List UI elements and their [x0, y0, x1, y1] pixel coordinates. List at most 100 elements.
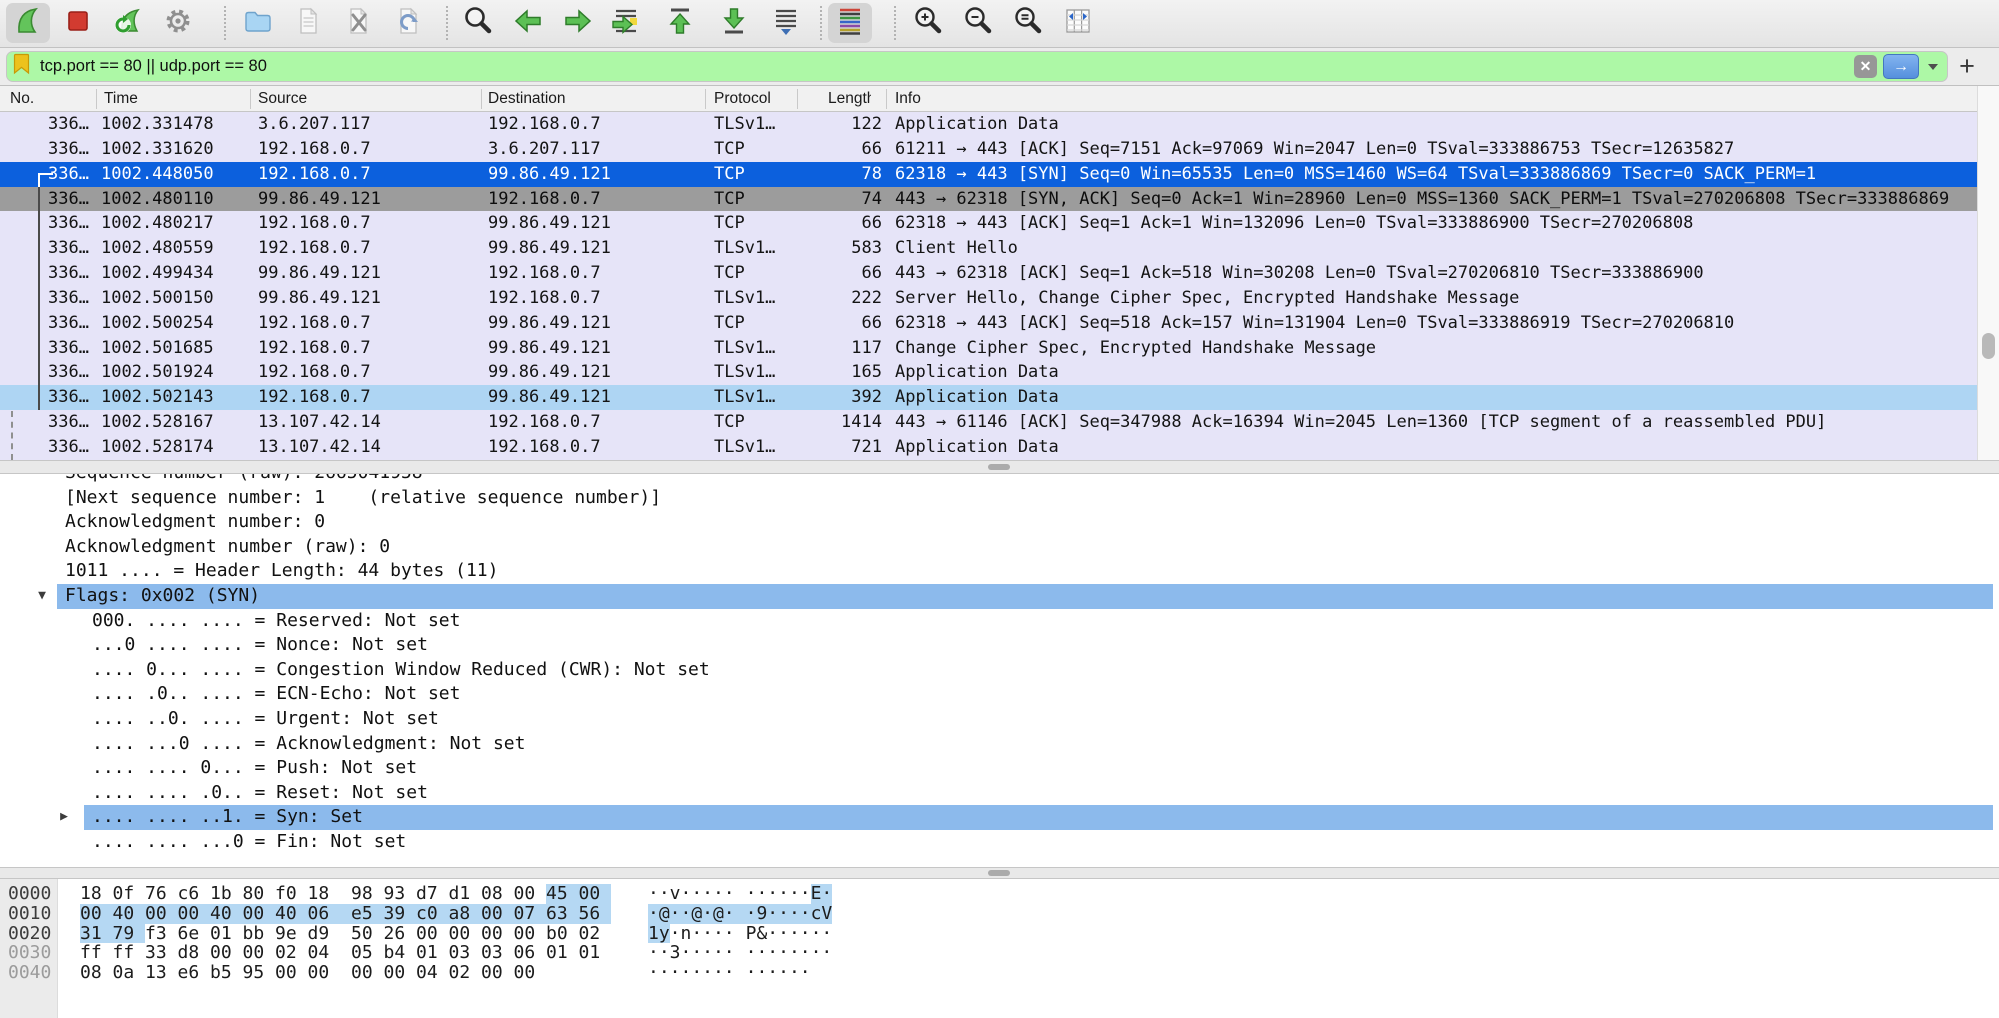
go-last-packet-button[interactable] [712, 3, 756, 43]
zoom-in-button[interactable] [906, 3, 950, 43]
ascii-char[interactable]: · [735, 943, 757, 963]
filter-history-dropdown[interactable] [1925, 54, 1941, 79]
ascii-char[interactable]: · [778, 963, 789, 983]
ascii-char[interactable]: · [778, 884, 789, 904]
capture-options-button[interactable] [156, 3, 200, 43]
ascii-char[interactable]: · [789, 943, 800, 963]
ascii-char[interactable]: · [756, 884, 767, 904]
hex-byte[interactable]: a8 [449, 904, 482, 924]
resize-columns-button[interactable] [1056, 3, 1100, 43]
packet-row[interactable]: 336…1002.48011099.86.49.121192.168.0.7TC… [0, 187, 1977, 212]
packet-row[interactable]: 336…1002.331620192.168.0.73.6.207.117TCP… [0, 137, 1977, 162]
ascii-char[interactable]: · [789, 904, 800, 924]
ascii-char[interactable]: 1 [648, 924, 659, 944]
detail-line[interactable]: .... .... 0... = Push: Not set [0, 756, 1999, 781]
ascii-char[interactable]: · [680, 963, 691, 983]
ascii-char[interactable]: · [735, 904, 757, 924]
hex-byte[interactable]: 33 [145, 943, 178, 963]
zoom-reset-button[interactable] [1006, 3, 1050, 43]
hex-byte[interactable]: 03 [449, 943, 482, 963]
hex-ascii[interactable]: ··3············· [648, 943, 832, 963]
ascii-char[interactable]: n [680, 924, 691, 944]
hex-byte[interactable]: 00 [514, 884, 547, 904]
ascii-char[interactable]: · [778, 924, 789, 944]
hex-byte[interactable]: d7 [416, 884, 449, 904]
hex-byte[interactable]: 26 [384, 924, 417, 944]
ascii-char[interactable]: · [724, 963, 735, 983]
packet-row[interactable]: 336…1002.52817413.107.42.14192.168.0.7TL… [0, 435, 1977, 460]
hex-byte[interactable]: 31 [80, 924, 113, 944]
stop-capture-button[interactable] [56, 3, 100, 43]
hex-bytes[interactable]: 3179f36e01bb9ed9502600000000b002 [80, 924, 611, 944]
ascii-char[interactable]: · [778, 943, 789, 963]
pane-splitter[interactable] [0, 460, 1999, 474]
save-file-button[interactable] [286, 3, 330, 43]
ascii-char[interactable]: · [800, 943, 811, 963]
ascii-char[interactable]: · [659, 963, 670, 983]
ascii-char[interactable]: · [659, 943, 670, 963]
ascii-char[interactable]: · [702, 963, 713, 983]
go-forward-button[interactable] [556, 3, 600, 43]
hex-byte[interactable]: 00 [178, 904, 211, 924]
ascii-char[interactable]: · [680, 884, 691, 904]
ascii-char[interactable]: · [800, 963, 811, 983]
hex-byte[interactable]: 08 [481, 884, 514, 904]
ascii-char[interactable]: · [702, 884, 713, 904]
packet-row[interactable]: 336…1002.50015099.86.49.121192.168.0.7TL… [0, 286, 1977, 311]
hex-row[interactable]: 0030ffff33d80000020405b4010303060101··3·… [0, 943, 1999, 963]
ascii-char[interactable]: · [659, 884, 670, 904]
ascii-char[interactable]: c [811, 904, 822, 924]
hex-byte[interactable]: 06 [308, 904, 341, 924]
column-header-destination[interactable]: Destination [488, 86, 566, 111]
ascii-char[interactable]: · [767, 904, 778, 924]
ascii-char[interactable]: · [648, 943, 659, 963]
ascii-char[interactable]: · [713, 924, 724, 944]
packet-row[interactable]: 336…1002.52816713.107.42.14192.168.0.7TC… [0, 410, 1977, 435]
ascii-char[interactable]: · [724, 884, 735, 904]
hex-byte[interactable]: 08 [80, 963, 113, 983]
detail-line[interactable]: [Next sequence number: 1 (relative seque… [0, 486, 1999, 511]
ascii-char[interactable]: · [680, 904, 691, 924]
hex-byte[interactable]: 40 [113, 904, 146, 924]
ascii-char[interactable]: · [811, 924, 822, 944]
ascii-char[interactable]: & [756, 924, 767, 944]
ascii-char[interactable]: · [702, 943, 713, 963]
detail-line[interactable]: .... ...0 .... = Acknowledgment: Not set [0, 732, 1999, 757]
hex-byte[interactable]: 00 [340, 963, 384, 983]
hex-byte[interactable]: d1 [449, 884, 482, 904]
ascii-char[interactable]: · [800, 884, 811, 904]
column-separator[interactable] [250, 89, 251, 109]
column-header-no[interactable]: No. [10, 86, 34, 111]
apply-filter-button[interactable]: → [1883, 54, 1919, 79]
ascii-char[interactable]: · [800, 924, 811, 944]
hex-byte[interactable]: 40 [210, 904, 243, 924]
hex-byte[interactable]: 06 [514, 943, 547, 963]
hex-byte[interactable]: 01 [416, 943, 449, 963]
pane-splitter[interactable] [0, 867, 1999, 879]
colorize-packets-button[interactable] [828, 3, 872, 43]
detail-line[interactable]: .... ..0. .... = Urgent: Not set [0, 707, 1999, 732]
go-back-button[interactable] [506, 3, 550, 43]
zoom-out-button[interactable] [956, 3, 1000, 43]
ascii-char[interactable]: 9 [756, 904, 767, 924]
hex-byte[interactable]: 01 [210, 924, 243, 944]
ascii-char[interactable]: · [691, 963, 702, 983]
hex-row[interactable]: 0040080a13e6b5950000000004020000········… [0, 963, 1999, 983]
hex-byte[interactable]: 45 [546, 884, 579, 904]
ascii-char[interactable]: @ [691, 904, 702, 924]
detail-line[interactable]: .... .... ...0 = Fin: Not set [0, 830, 1999, 855]
ascii-char[interactable]: · [767, 884, 778, 904]
hex-byte[interactable]: 00 [80, 904, 113, 924]
go-to-packet-button[interactable] [604, 3, 648, 43]
restart-capture-button[interactable] [106, 3, 150, 43]
hex-byte[interactable]: 40 [275, 904, 308, 924]
filter-query-text[interactable]: tcp.port == 80 || udp.port == 80 [36, 57, 1848, 76]
splitter-handle-icon[interactable] [988, 464, 1010, 470]
packet-row[interactable]: 336…1002.448050192.168.0.799.86.49.121TC… [0, 162, 1977, 187]
ascii-char[interactable]: · [680, 943, 691, 963]
packet-row[interactable]: 336…1002.480217192.168.0.799.86.49.121TC… [0, 211, 1977, 236]
hex-byte[interactable]: 02 [275, 943, 308, 963]
column-header-info[interactable]: Info [895, 86, 921, 111]
ascii-char[interactable]: · [724, 924, 735, 944]
hex-byte[interactable]: 00 [243, 904, 276, 924]
